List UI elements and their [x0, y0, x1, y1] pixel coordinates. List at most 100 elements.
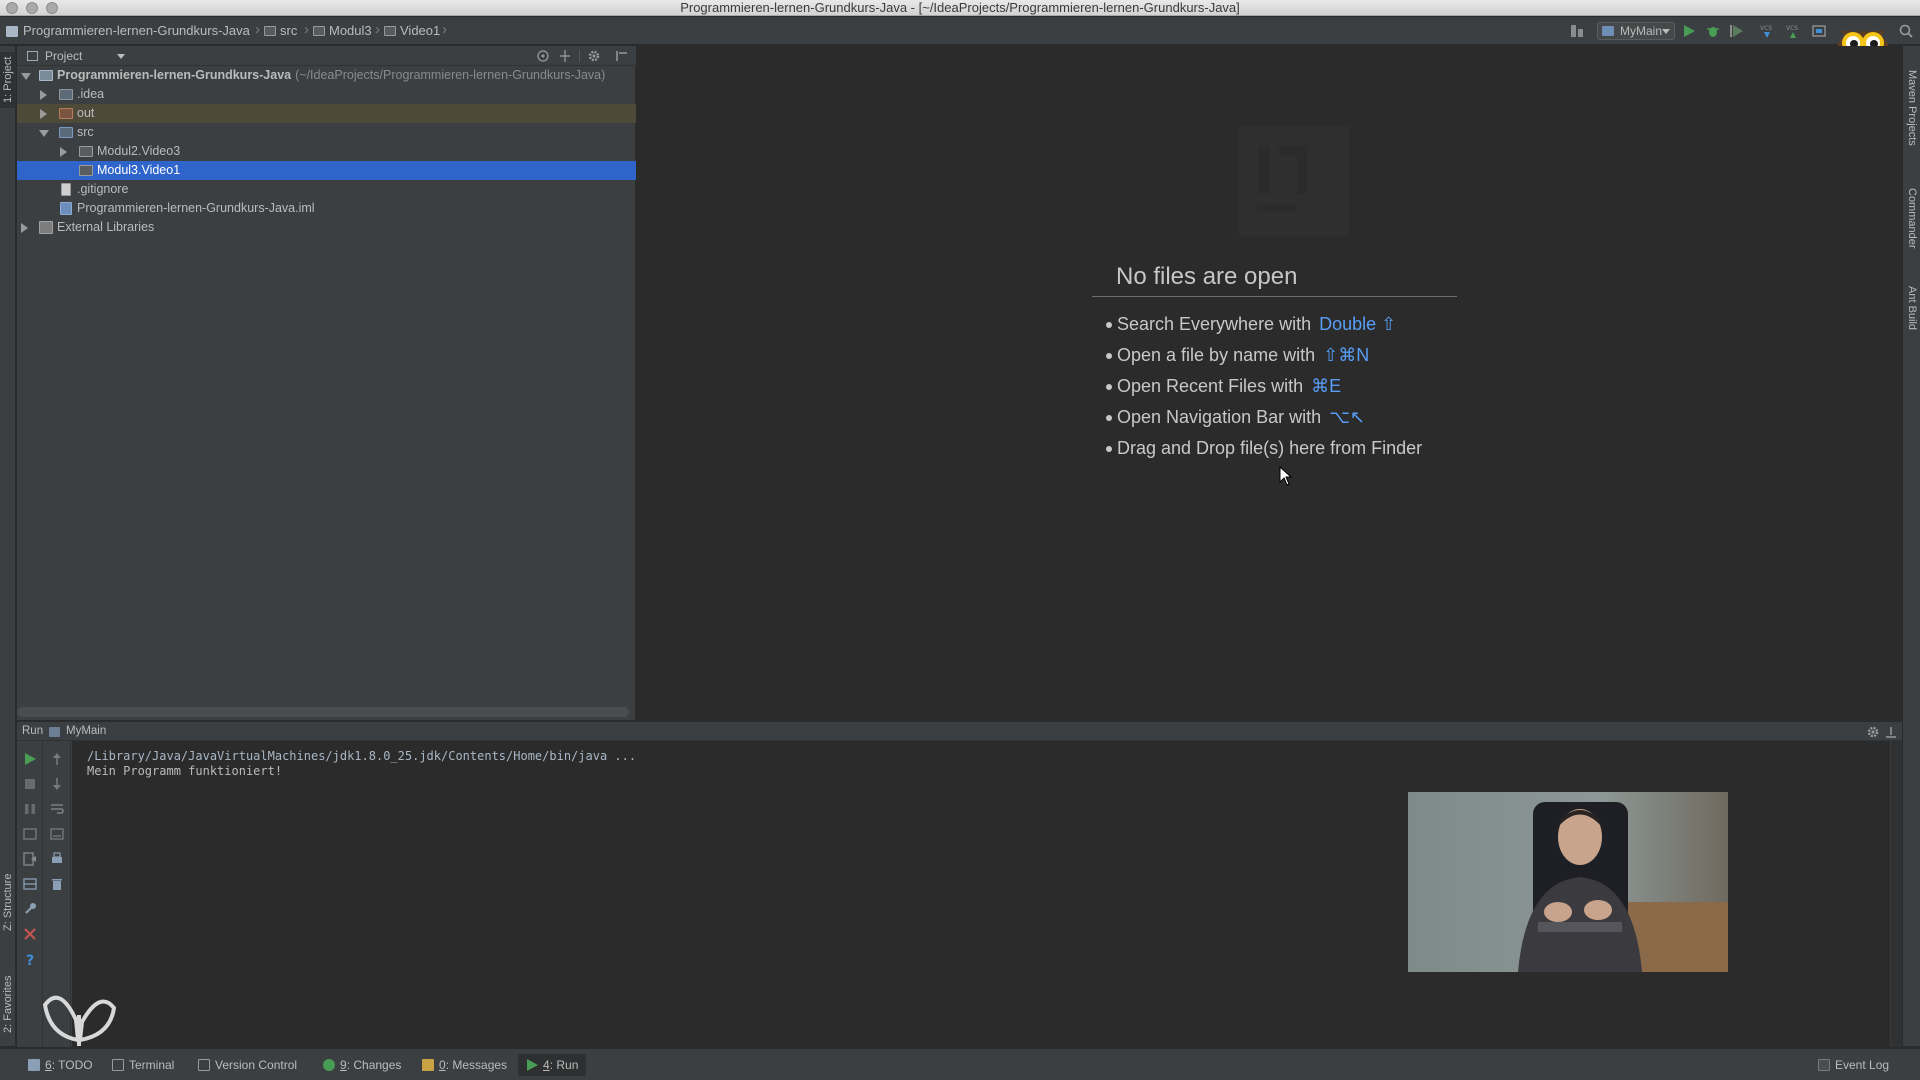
- rerun-icon[interactable]: [22, 751, 38, 767]
- hint-recent-files: Open Recent Files with ⌘E: [1106, 371, 1457, 402]
- webcam-overlay-image: [1408, 792, 1728, 972]
- collapse-all-icon[interactable]: [558, 49, 572, 63]
- trash-icon[interactable]: [49, 876, 65, 892]
- run-window-header: Run MyMain: [17, 721, 1902, 741]
- arrow-up-icon[interactable]: [49, 751, 65, 767]
- todo-tool-button[interactable]: 6: TODO: [28, 1057, 93, 1073]
- soft-wrap-icon[interactable]: [49, 801, 65, 817]
- tree-item-label: out: [77, 106, 95, 120]
- chevron-right-icon[interactable]: [40, 109, 47, 119]
- hint-search-everywhere: Search Everywhere with Double ⇧: [1106, 309, 1457, 340]
- chevron-down-icon[interactable]: [39, 130, 49, 137]
- pin-tab-icon[interactable]: [22, 901, 38, 917]
- help-icon[interactable]: ?: [22, 951, 38, 967]
- dump-threads-icon[interactable]: [22, 826, 38, 842]
- messages-tool-button[interactable]: 0: Messages: [422, 1057, 507, 1073]
- stop-icon[interactable]: [22, 776, 38, 792]
- search-icon[interactable]: [1898, 23, 1914, 39]
- project-view-selector[interactable]: Project: [45, 49, 82, 63]
- scroll-from-source-icon[interactable]: [536, 49, 550, 63]
- application-icon: [49, 727, 60, 737]
- window-title: Programmieren-lernen-Grundkurs-Java - [~…: [680, 0, 1240, 15]
- hide-panel-icon[interactable]: [1884, 725, 1898, 739]
- debug-icon[interactable]: [1705, 23, 1721, 39]
- project-structure-icon[interactable]: [1811, 23, 1827, 39]
- build-project-icon[interactable]: [1569, 23, 1585, 39]
- folder-icon: [384, 26, 396, 36]
- favorites-tool-tab[interactable]: 2: Favorites: [0, 956, 16, 1052]
- package-icon: [79, 165, 93, 176]
- bullet-icon: [1106, 322, 1112, 329]
- maven-projects-tool-tab[interactable]: Maven Projects: [1904, 70, 1920, 170]
- project-tool-tab[interactable]: 1: Project: [0, 52, 16, 108]
- chevron-down-icon[interactable]: [117, 54, 125, 59]
- run-with-coverage-icon[interactable]: [1729, 23, 1745, 39]
- chevron-right-icon[interactable]: [60, 147, 67, 157]
- hide-panel-icon[interactable]: [615, 49, 629, 63]
- print-icon[interactable]: [49, 851, 65, 867]
- project-panel-header: Project: [17, 46, 636, 66]
- ant-build-tool-tab[interactable]: Ant Build: [1904, 286, 1920, 356]
- tree-item-project-root[interactable]: Programmieren-lernen-Grundkurs-Java (~/Id…: [17, 66, 636, 85]
- breadcrumb-src[interactable]: src: [264, 23, 297, 39]
- horizontal-scrollbar[interactable]: [17, 707, 629, 717]
- navigation-bar: Programmieren-lernen-Grundkurs-Java › sr…: [0, 17, 1920, 45]
- run-tab-mymain[interactable]: MyMain: [66, 725, 106, 737]
- window-title-bar: Programmieren-lernen-Grundkurs-Java - [~…: [0, 0, 1920, 16]
- changes-tool-button[interactable]: 9: Changes: [323, 1057, 401, 1073]
- svg-text:?: ?: [26, 953, 34, 967]
- excluded-folder-icon: [59, 108, 73, 119]
- tree-item-idea[interactable]: .idea: [17, 85, 636, 104]
- tree-item-label: Modul3.Video1: [97, 163, 181, 177]
- version-control-tool-button[interactable]: Version Control: [198, 1057, 297, 1073]
- tree-item-label: .idea: [77, 87, 105, 101]
- tree-item-iml[interactable]: Programmieren-lernen-Grundkurs-Java.iml: [17, 199, 636, 218]
- mouse-cursor-icon: [1279, 466, 1293, 486]
- gear-icon[interactable]: [1866, 725, 1880, 739]
- tree-item-label: Modul2.Video3: [97, 144, 181, 158]
- chevron-right-icon[interactable]: [21, 223, 28, 233]
- shortcut-key: ⌘E: [1311, 376, 1342, 396]
- run-window-title: Run: [22, 725, 44, 737]
- vcs-update-icon[interactable]: VCS: [1759, 23, 1775, 39]
- intellij-watermark-icon: [1239, 126, 1349, 236]
- tree-item-modul3-video1[interactable]: Modul3.Video1: [17, 161, 636, 180]
- pause-icon[interactable]: [22, 801, 38, 817]
- close-icon[interactable]: [22, 926, 38, 942]
- scroll-to-end-icon[interactable]: [49, 826, 65, 842]
- chevron-right-icon[interactable]: [40, 90, 47, 100]
- run-tool-button[interactable]: 4: Run: [518, 1054, 587, 1076]
- gear-icon[interactable]: [587, 49, 601, 63]
- tree-item-out[interactable]: out: [17, 104, 636, 123]
- structure-tool-tab[interactable]: Z: Structure: [0, 854, 16, 950]
- toolbar-divider: [579, 50, 580, 62]
- event-log-tool-button[interactable]: Event Log: [1818, 1057, 1889, 1073]
- terminal-icon: [112, 1059, 124, 1071]
- tool-window-bar: 6: TODO Terminal Version Control 9: Chan…: [0, 1048, 1920, 1080]
- project-folder-icon: [39, 70, 53, 81]
- terminal-tool-button[interactable]: Terminal: [112, 1057, 174, 1073]
- tree-item-label: src: [77, 125, 94, 139]
- breadcrumb-project[interactable]: Programmieren-lernen-Grundkurs-Java: [6, 23, 250, 39]
- run-icon[interactable]: [1681, 23, 1697, 39]
- vcs-commit-icon[interactable]: VCS: [1785, 23, 1801, 39]
- tree-item-label: Programmieren-lernen-Grundkurs-Java.iml: [77, 201, 315, 215]
- tree-item-external-libraries[interactable]: External Libraries: [17, 218, 636, 237]
- commander-tool-tab[interactable]: Commander: [1904, 188, 1920, 268]
- chevron-down-icon[interactable]: [21, 73, 31, 80]
- breadcrumb-modul3[interactable]: Modul3: [313, 23, 372, 39]
- changes-icon: [323, 1059, 335, 1071]
- tree-item-src[interactable]: src: [17, 123, 636, 142]
- arrow-down-icon[interactable]: [49, 776, 65, 792]
- breadcrumb-video1[interactable]: Video1: [384, 23, 440, 39]
- tree-item-gitignore[interactable]: .gitignore: [17, 180, 636, 199]
- layout-icon[interactable]: [22, 876, 38, 892]
- vertical-scrollbar[interactable]: [1890, 741, 1902, 1047]
- module-file-icon: [60, 202, 72, 215]
- hint-open-file: Open a file by name with ⇧⌘N: [1106, 340, 1457, 371]
- event-log-icon: [1818, 1059, 1830, 1071]
- run-configuration-select[interactable]: MyMain: [1597, 22, 1675, 40]
- svg-text:VCS: VCS: [1760, 25, 1772, 32]
- restore-layout-icon[interactable]: [22, 851, 38, 867]
- tree-item-modul2-video3[interactable]: Modul2.Video3: [17, 142, 636, 161]
